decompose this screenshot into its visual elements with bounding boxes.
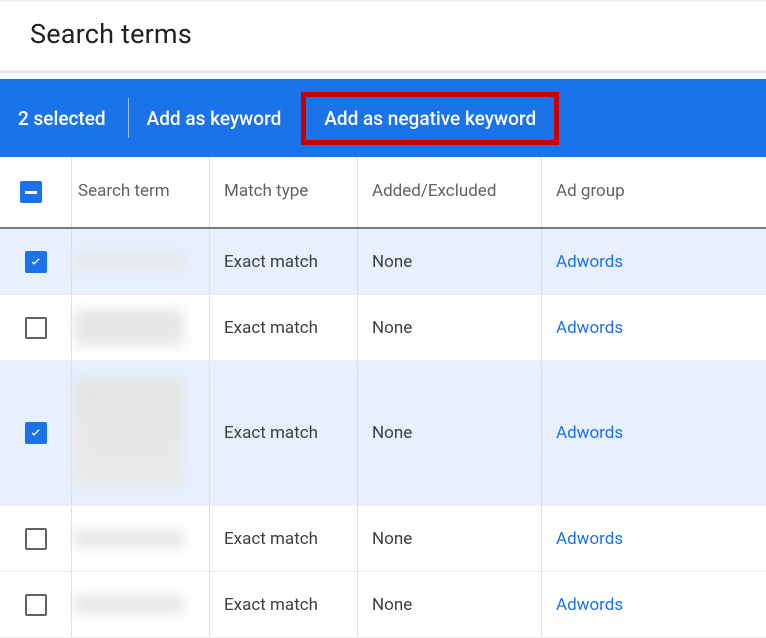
added-excluded-cell: None bbox=[358, 572, 542, 637]
check-icon bbox=[28, 425, 44, 441]
redacted-term bbox=[74, 310, 184, 346]
row-checkbox[interactable] bbox=[25, 528, 47, 550]
row-checkbox[interactable] bbox=[25, 317, 47, 339]
match-type-cell: Exact match bbox=[210, 506, 358, 571]
redacted-term bbox=[74, 596, 184, 614]
title-underline bbox=[0, 70, 766, 73]
table-row: Exact matchNone Adwords bbox=[0, 506, 766, 572]
header-search-term[interactable]: Search term bbox=[72, 157, 210, 227]
added-excluded-cell: None bbox=[358, 295, 542, 360]
ad-group-link[interactable]: Adwords bbox=[556, 252, 623, 272]
header-ad-group[interactable]: Ad group bbox=[542, 157, 762, 227]
table-row: Exact matchNone Adwords bbox=[0, 361, 766, 506]
row-checkbox-cell bbox=[0, 506, 72, 571]
added-excluded-cell: None bbox=[358, 229, 542, 294]
select-all-checkbox[interactable] bbox=[20, 181, 42, 203]
ad-group-link[interactable]: Adwords bbox=[556, 595, 623, 615]
selection-action-bar: 2 selected Add as keyword Add as negativ… bbox=[0, 79, 766, 157]
ad-group-link[interactable]: Adwords bbox=[556, 423, 623, 443]
table-body: Exact matchNoneAdwordsExact matchNoneAdw… bbox=[0, 229, 766, 638]
table-row: Exact matchNone Adwords bbox=[0, 295, 766, 361]
check-icon bbox=[28, 254, 44, 270]
search-term-cell bbox=[72, 295, 210, 360]
ad-group-cell: Adwords bbox=[542, 506, 762, 571]
ad-group-link[interactable]: Adwords bbox=[556, 529, 623, 549]
match-type-cell: Exact match bbox=[210, 295, 358, 360]
selected-count: 2 selected bbox=[0, 107, 128, 130]
ad-group-link[interactable]: Adwords bbox=[556, 318, 623, 338]
ad-group-cell: Adwords bbox=[542, 361, 762, 505]
match-type-cell: Exact match bbox=[210, 572, 358, 637]
row-checkbox[interactable] bbox=[25, 594, 47, 616]
match-type-cell: Exact match bbox=[210, 361, 358, 505]
row-checkbox[interactable] bbox=[25, 422, 47, 444]
search-terms-table: Search term Match type Added/Excluded Ad… bbox=[0, 157, 766, 638]
header-checkbox-cell bbox=[0, 157, 72, 227]
ad-group-cell: Adwords bbox=[542, 572, 762, 637]
row-checkbox[interactable] bbox=[25, 251, 47, 273]
header-added-excluded[interactable]: Added/Excluded bbox=[358, 157, 542, 227]
add-as-negative-keyword-button[interactable]: Add as negative keyword bbox=[301, 92, 559, 145]
add-as-keyword-button[interactable]: Add as keyword bbox=[129, 79, 300, 157]
redacted-term bbox=[74, 378, 184, 488]
redacted-term bbox=[74, 530, 184, 548]
search-term-cell bbox=[72, 506, 210, 571]
row-checkbox-cell bbox=[0, 361, 72, 505]
search-term-cell bbox=[72, 572, 210, 637]
table-row: Exact matchNone Adwords bbox=[0, 572, 766, 638]
match-type-cell: Exact match bbox=[210, 229, 358, 294]
row-checkbox-cell bbox=[0, 295, 72, 360]
search-term-cell bbox=[72, 361, 210, 505]
ad-group-cell: Adwords bbox=[542, 229, 762, 294]
row-checkbox-cell bbox=[0, 572, 72, 637]
added-excluded-cell: None bbox=[358, 361, 542, 505]
table-row: Exact matchNone Adwords bbox=[0, 229, 766, 295]
page-title: Search terms bbox=[0, 2, 766, 70]
table-header-row: Search term Match type Added/Excluded Ad… bbox=[0, 157, 766, 229]
added-excluded-cell: None bbox=[358, 506, 542, 571]
ad-group-cell: Adwords bbox=[542, 295, 762, 360]
redacted-term bbox=[74, 253, 184, 271]
indeterminate-icon bbox=[25, 191, 37, 194]
search-term-cell bbox=[72, 229, 210, 294]
row-checkbox-cell bbox=[0, 229, 72, 294]
header-match-type[interactable]: Match type bbox=[210, 157, 358, 227]
